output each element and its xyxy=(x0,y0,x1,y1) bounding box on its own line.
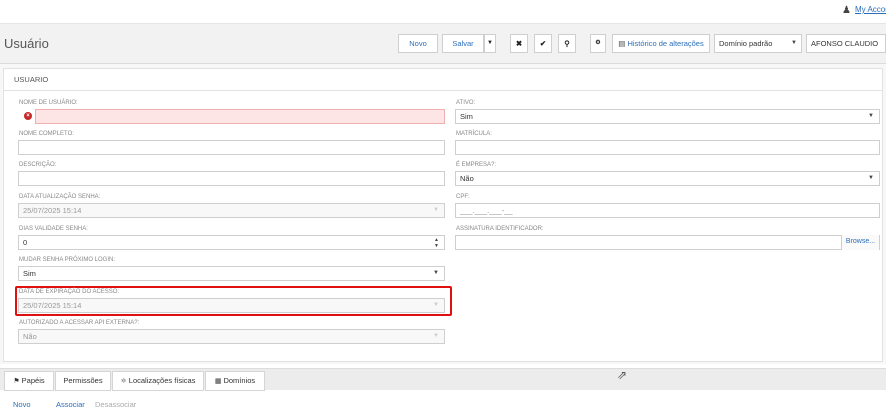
tab-localizacoes-label: Localizações físicas xyxy=(128,376,196,385)
data-expiracao-label: DATA DE EXPIRAÇÃO DO ACESSO: xyxy=(19,289,120,295)
page-title: Usuário xyxy=(4,36,49,51)
chevron-down-icon: ▼ xyxy=(868,175,874,181)
chevron-down-icon: ▼ xyxy=(868,113,874,119)
nome-completo-input[interactable] xyxy=(18,140,445,155)
history-icon: ▤ xyxy=(618,39,626,48)
autorizado-api-select: Não ▼ xyxy=(18,329,445,344)
empresa-label: É EMPRESA?: xyxy=(456,162,497,168)
empresa-select[interactable]: Não ▼ xyxy=(455,171,880,186)
cpf-input[interactable]: ___.___.___-__ xyxy=(455,203,880,218)
data-atualizacao-input: 25/07/2025 15:14 ▼ xyxy=(18,203,445,218)
assinatura-file-input[interactable]: Browse... xyxy=(455,235,880,250)
settings-gear-icon[interactable]: ⚙ xyxy=(590,34,606,53)
autorizado-api-value: Não xyxy=(23,332,37,341)
chevron-down-icon: ▼ xyxy=(433,207,439,213)
page-header: Usuário Novo Salvar ▼ ✖ ✔ ⚲ ⚙ ▤ Históric… xyxy=(0,24,886,64)
tab-papeis[interactable]: ⚑ Papéis xyxy=(4,371,54,391)
ativo-value: Sim xyxy=(460,112,473,121)
assinatura-label: ASSINATURA IDENTIFICADOR: xyxy=(456,226,544,232)
dias-validade-value: 0 xyxy=(23,238,28,247)
action-associar-link[interactable]: Associar xyxy=(56,400,85,409)
section-title: USUARIO xyxy=(4,69,882,91)
key-icon[interactable]: ⚲ xyxy=(558,34,576,53)
action-desassociar-link[interactable]: Desassociar xyxy=(95,400,136,409)
mudar-senha-label: MUDAR SENHA PRÓXIMO LOGIN: xyxy=(19,257,116,263)
domains-icon: ▦ xyxy=(214,378,222,385)
data-expiracao-input: 25/07/2025 15:14 ▼ xyxy=(18,298,445,313)
nome-usuario-input[interactable] xyxy=(35,109,445,124)
descricao-label: DESCRIÇÃO: xyxy=(19,162,57,168)
chevron-down-icon: ▼ xyxy=(433,270,439,276)
tab-permissoes-label: Permissões xyxy=(63,376,103,385)
mudar-senha-select[interactable]: Sim ▼ xyxy=(18,266,445,281)
location-icon: ⚛ xyxy=(120,378,127,385)
tab-dominios[interactable]: ▦ Domínios xyxy=(205,371,265,391)
mouse-cursor-icon: ⇗ xyxy=(617,368,628,382)
error-icon: × xyxy=(24,112,32,120)
ativo-select[interactable]: Sim ▼ xyxy=(455,109,880,124)
dias-validade-stepper[interactable]: 0 ▲ ▼ xyxy=(18,235,445,250)
novo-button[interactable]: Novo xyxy=(398,34,438,53)
data-expiracao-value: 25/07/2025 15:14 xyxy=(23,301,82,310)
salvar-button[interactable]: Salvar xyxy=(442,34,484,53)
historico-label: Histórico de alterações xyxy=(627,39,704,48)
dias-validade-label: DIAS VALIDADE SENHA: xyxy=(19,226,88,232)
chevron-down-icon: ▼ xyxy=(433,302,439,308)
historico-button[interactable]: ▤ Histórico de alterações xyxy=(612,34,710,53)
chevron-down-icon: ▼ xyxy=(791,40,797,46)
nome-completo-label: NOME COMPLETO: xyxy=(19,131,74,137)
empresa-value: Não xyxy=(460,174,474,183)
mudar-senha-value: Sim xyxy=(23,269,36,278)
tab-dominios-label: Domínios xyxy=(223,376,256,385)
ativo-label: ATIVO: xyxy=(456,100,476,106)
tab-permissoes[interactable]: Permissões xyxy=(55,371,111,391)
tab-localizacoes[interactable]: ⚛ Localizações físicas xyxy=(112,371,204,391)
user-icon: ♟ xyxy=(842,5,851,16)
nome-usuario-label: NOME DE USUÁRIO: xyxy=(19,100,78,106)
action-novo-link[interactable]: Novo xyxy=(13,400,31,409)
roles-icon: ⚑ xyxy=(13,378,20,385)
matricula-label: MATRÍCULA: xyxy=(456,131,492,137)
tab-actions: Novo Associar Desassociar xyxy=(0,397,886,413)
tab-bar: ⚑ Papéis Permissões ⚛ Localizações físicas… xyxy=(0,368,886,391)
salvar-dropdown-chevron-icon[interactable]: ▼ xyxy=(484,34,496,53)
tab-papeis-label: Papéis xyxy=(21,376,45,385)
chevron-down-icon: ▼ xyxy=(433,333,439,339)
autorizado-api-label: AUTORIZADO A ACESSAR API EXTERNA?: xyxy=(19,320,140,326)
descricao-input[interactable] xyxy=(18,171,445,186)
matricula-input[interactable] xyxy=(455,140,880,155)
browse-button[interactable]: Browse... xyxy=(841,235,879,250)
data-atualizacao-label: DATA ATUALIZAÇÃO SENHA: xyxy=(19,194,101,200)
confirm-check-icon[interactable]: ✔ xyxy=(534,34,552,53)
dominio-select[interactable]: Domínio padrão ▼ xyxy=(714,34,802,53)
data-atualizacao-value: 25/07/2025 15:14 xyxy=(23,206,82,215)
my-account-link[interactable]: My Account xyxy=(855,5,886,14)
org-value: AFONSO CLAUDIO xyxy=(811,39,879,48)
cancel-x-icon[interactable]: ✖ xyxy=(510,34,528,53)
cpf-label: CPF: xyxy=(456,194,470,200)
stepper-arrows-icon[interactable]: ▲ ▼ xyxy=(434,237,439,249)
org-select[interactable]: AFONSO CLAUDIO xyxy=(806,34,886,53)
dominio-value: Domínio padrão xyxy=(719,39,773,48)
top-bar: ♟ My Account xyxy=(0,0,886,24)
